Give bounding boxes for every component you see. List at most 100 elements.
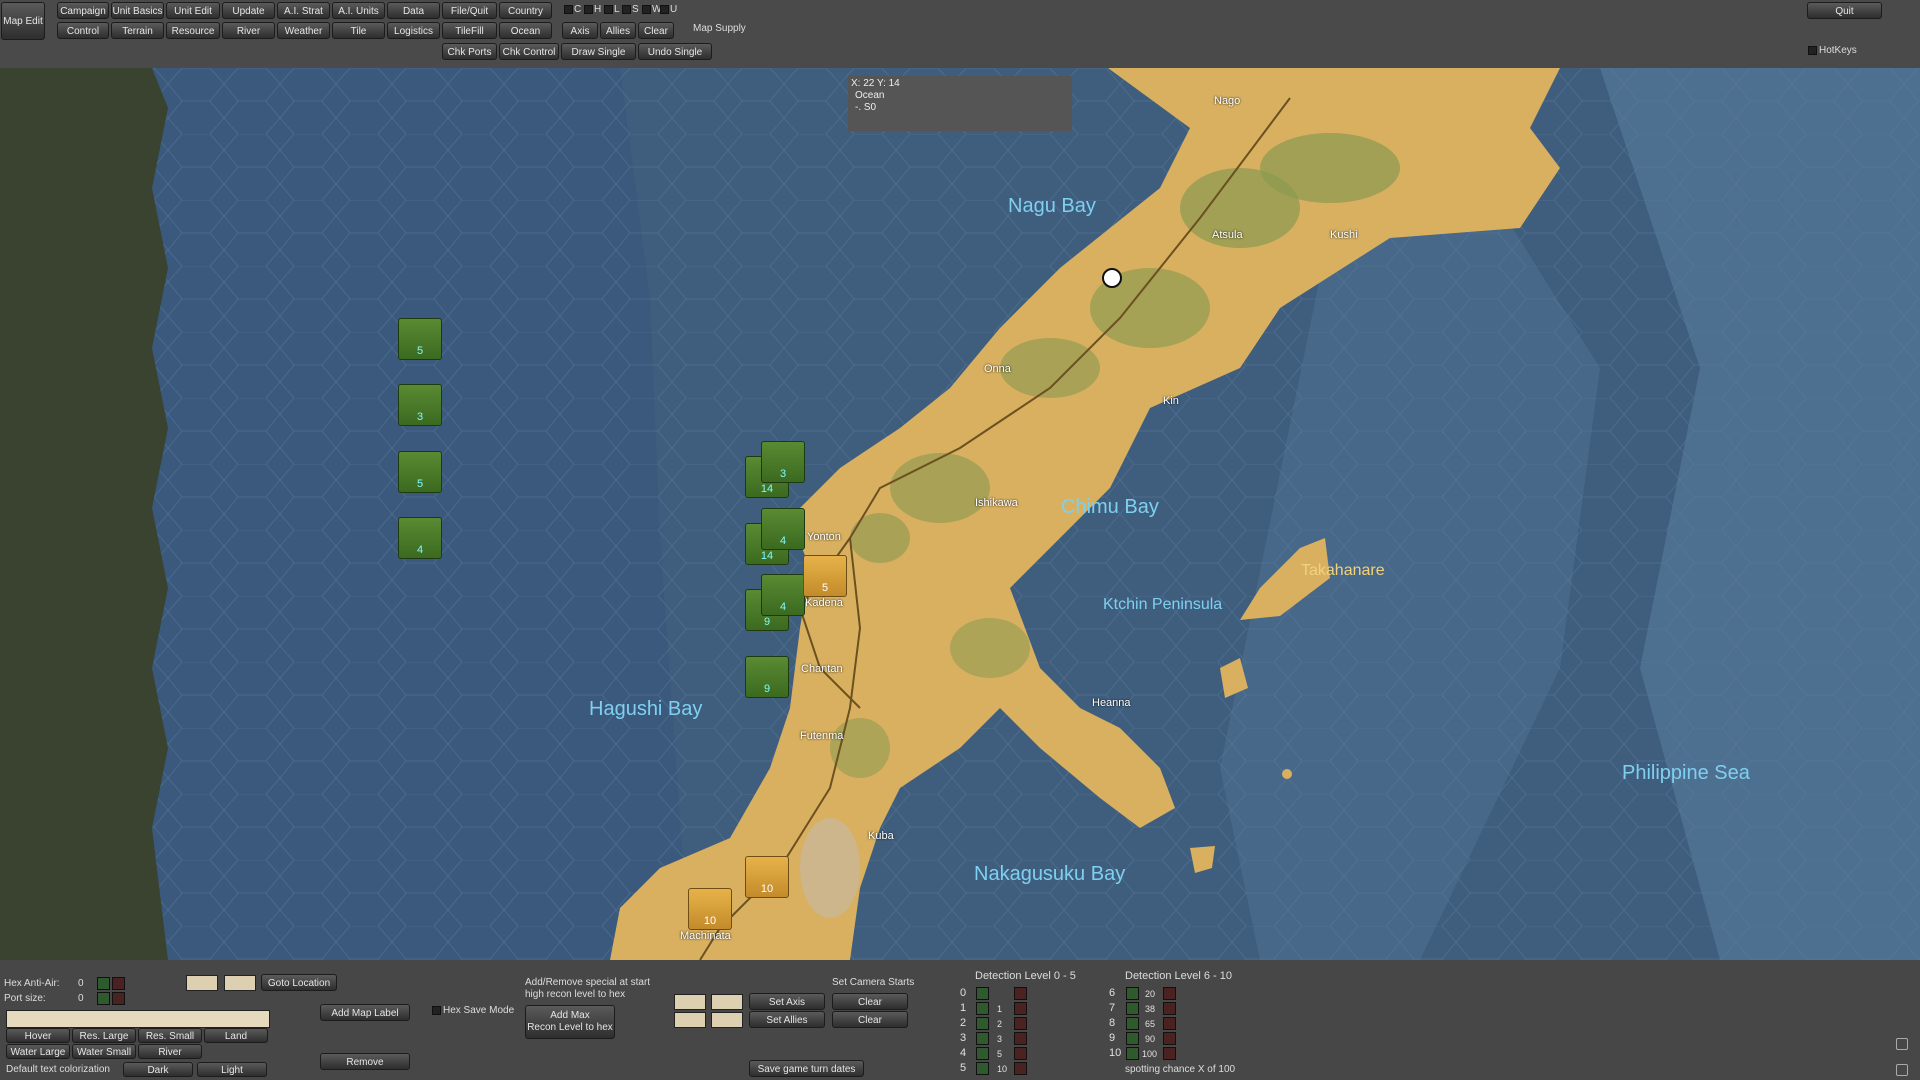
river-button[interactable]: River [222,22,275,39]
hq-marker-icon[interactable] [1102,268,1122,288]
draw-single-button[interactable]: Draw Single [561,43,636,60]
label-style-hover-button[interactable]: Hover [6,1028,70,1043]
chk-ports-button[interactable]: Chk Ports [442,43,497,60]
infantry-unit[interactable]: 5 [803,555,847,597]
logistics-button[interactable]: Logistics [387,22,440,39]
detection-increase-button[interactable] [1126,987,1139,1000]
camera-allies-y-input[interactable] [711,1012,743,1028]
anti-air-decrease-button[interactable] [112,977,125,990]
add-max-recon-button[interactable]: Add Max Recon Level to hex [525,1005,615,1039]
remove-label-button[interactable]: Remove [320,1053,410,1070]
unit-edit-button[interactable]: Unit Edit [166,2,220,19]
weather-button[interactable]: Weather [277,22,330,39]
terrain-button[interactable]: Terrain [111,22,164,39]
resource-button[interactable]: Resource [166,22,220,39]
scroll-up-icon[interactable] [1896,1038,1908,1050]
detection-decrease-button[interactable] [1014,1017,1027,1030]
goto-y-input[interactable] [224,975,256,991]
hotkeys-checkbox[interactable] [1808,46,1817,55]
detection-increase-button[interactable] [976,987,989,1000]
detection-increase-button[interactable] [1126,1002,1139,1015]
infantry-unit[interactable]: 10 [688,888,732,930]
clear-axis-camera-button[interactable]: Clear [832,993,908,1010]
hex-save-mode-checkbox[interactable] [432,1006,441,1015]
filter-u-checkbox[interactable] [660,5,669,14]
ai-units-button[interactable]: A.I. Units [332,2,385,19]
naval-unit[interactable]: 4 [398,517,442,559]
detection-decrease-button[interactable] [1163,1017,1176,1030]
goto-x-input[interactable] [186,975,218,991]
country-button[interactable]: Country [499,2,552,19]
detection-increase-button[interactable] [976,1047,989,1060]
file-quit-button[interactable]: File/Quit [442,2,497,19]
detection-increase-button[interactable] [976,1002,989,1015]
detection-decrease-button[interactable] [1163,1032,1176,1045]
infantry-unit[interactable]: 10 [745,856,789,898]
naval-unit[interactable]: 3 [761,441,805,483]
label-style-res-small-button[interactable]: Res. Small [138,1028,202,1043]
add-map-label-button[interactable]: Add Map Label [320,1004,410,1021]
label-style-river-button[interactable]: River [138,1044,202,1059]
filter-l-checkbox[interactable] [604,5,613,14]
detection-increase-button[interactable] [1126,1032,1139,1045]
naval-unit[interactable]: 5 [398,318,442,360]
goto-location-button[interactable]: Goto Location [261,974,337,991]
map-edit-button[interactable]: Map Edit [1,2,45,40]
ai-strat-button[interactable]: A.I. Strat [277,2,330,19]
camera-allies-x-input[interactable] [674,1012,706,1028]
label-style-water-large-button[interactable]: Water Large [6,1044,70,1059]
scroll-down-icon[interactable] [1896,1064,1908,1076]
detection-increase-button[interactable] [1126,1047,1139,1060]
label-style-res-large-button[interactable]: Res. Large [72,1028,136,1043]
port-size-increase-button[interactable] [97,992,110,1005]
filter-w-checkbox[interactable] [642,5,651,14]
set-allies-camera-button[interactable]: Set Allies [749,1011,825,1028]
data-button[interactable]: Data [387,2,440,19]
dark-colorization-button[interactable]: Dark [123,1062,193,1077]
naval-unit[interactable]: 5 [398,451,442,493]
naval-unit[interactable]: 3 [398,384,442,426]
control-button[interactable]: Control [57,22,109,39]
naval-unit[interactable]: 4 [761,508,805,550]
clear-allies-camera-button[interactable]: Clear [832,1011,908,1028]
anti-air-increase-button[interactable] [97,977,110,990]
infantry-unit[interactable]: 9 [745,656,789,698]
allies-button[interactable]: Allies [600,22,636,39]
detection-increase-button[interactable] [976,1032,989,1045]
tile-button[interactable]: Tile [332,22,385,39]
clear-side-button[interactable]: Clear [638,22,674,39]
chk-control-button[interactable]: Chk Control [499,43,559,60]
detection-increase-button[interactable] [976,1017,989,1030]
unit-basics-button[interactable]: Unit Basics [111,2,164,19]
naval-unit[interactable]: 4 [761,574,805,616]
light-colorization-button[interactable]: Light [197,1062,267,1077]
detection-decrease-button[interactable] [1163,1002,1176,1015]
port-size-decrease-button[interactable] [112,992,125,1005]
hex-map[interactable]: X: 22 Y: 14 Ocean -. S0 Nagu Bay Chimu B… [0,68,1920,960]
set-axis-camera-button[interactable]: Set Axis [749,993,825,1010]
camera-axis-x-input[interactable] [674,994,706,1010]
filter-s-checkbox[interactable] [622,5,631,14]
label-style-land-button[interactable]: Land [204,1028,268,1043]
detection-decrease-button[interactable] [1014,1002,1027,1015]
detection-decrease-button[interactable] [1014,1047,1027,1060]
filter-c-checkbox[interactable] [564,5,573,14]
save-game-turn-dates-button[interactable]: Save game turn dates [749,1060,864,1077]
campaign-button[interactable]: Campaign [57,2,109,19]
tilefill-button[interactable]: TileFill [442,22,497,39]
detection-increase-button[interactable] [976,1062,989,1075]
detection-decrease-button[interactable] [1163,1047,1176,1060]
detection-decrease-button[interactable] [1163,987,1176,1000]
update-button[interactable]: Update [222,2,275,19]
label-style-water-small-button[interactable]: Water Small [72,1044,136,1059]
detection-decrease-button[interactable] [1014,1062,1027,1075]
ocean-button[interactable]: Ocean [499,22,552,39]
map-label-text-input[interactable] [6,1010,270,1028]
quit-button[interactable]: Quit [1807,2,1882,19]
axis-button[interactable]: Axis [562,22,598,39]
camera-axis-y-input[interactable] [711,994,743,1010]
undo-single-button[interactable]: Undo Single [638,43,712,60]
detection-decrease-button[interactable] [1014,987,1027,1000]
detection-increase-button[interactable] [1126,1017,1139,1030]
detection-decrease-button[interactable] [1014,1032,1027,1045]
